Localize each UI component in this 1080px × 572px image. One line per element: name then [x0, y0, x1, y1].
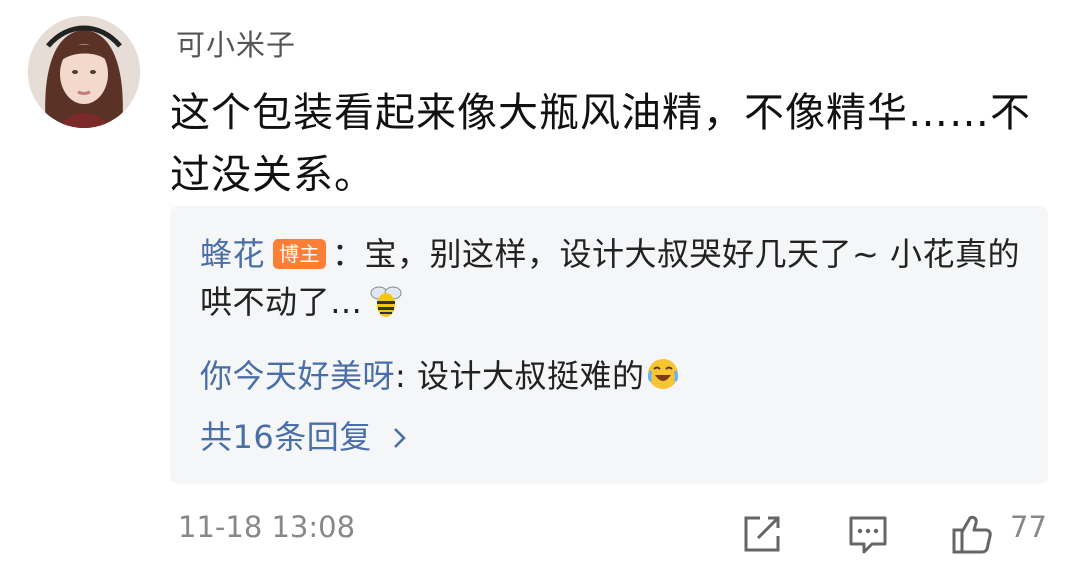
chevron-right-icon [388, 420, 412, 448]
more-replies-link[interactable]: 共16条回复 [200, 412, 412, 458]
replies-box: 蜂花 博主 ：宝，别这样，设计大叔哭好几天了~ 小花真的哄不动了… 你今天好美呀: … [170, 206, 1048, 484]
bee-emoji [367, 281, 405, 319]
avatar-image [28, 16, 140, 128]
comment-icon[interactable] [846, 512, 890, 556]
share-icon[interactable] [740, 512, 784, 556]
like-icon[interactable] [950, 512, 994, 556]
reply-item[interactable]: 蜂花 博主 ：宝，别这样，设计大叔哭好几天了~ 小花真的哄不动了… [200, 230, 1020, 326]
comment-username[interactable]: 可小米子 [176, 22, 296, 64]
more-replies-label: 共16条回复 [200, 418, 372, 456]
reply-username[interactable]: 蜂花 [200, 235, 265, 273]
comment-timestamp: 11-18 13:08 [178, 510, 356, 544]
like-count: 77 [1010, 510, 1047, 544]
comment-text: 这个包装看起来像大瓶风油精，不像精华……不过没关系。 [170, 90, 1031, 198]
avatar[interactable] [28, 16, 140, 128]
author-badge: 博主 [273, 239, 327, 269]
laugh-cry-emoji [646, 356, 680, 390]
reply-item[interactable]: 你今天好美呀: 设计大叔挺难的 [200, 352, 1020, 400]
reply-username[interactable]: 你今天好美呀 [200, 357, 395, 395]
reply-text: : 设计大叔挺难的 [395, 357, 645, 395]
